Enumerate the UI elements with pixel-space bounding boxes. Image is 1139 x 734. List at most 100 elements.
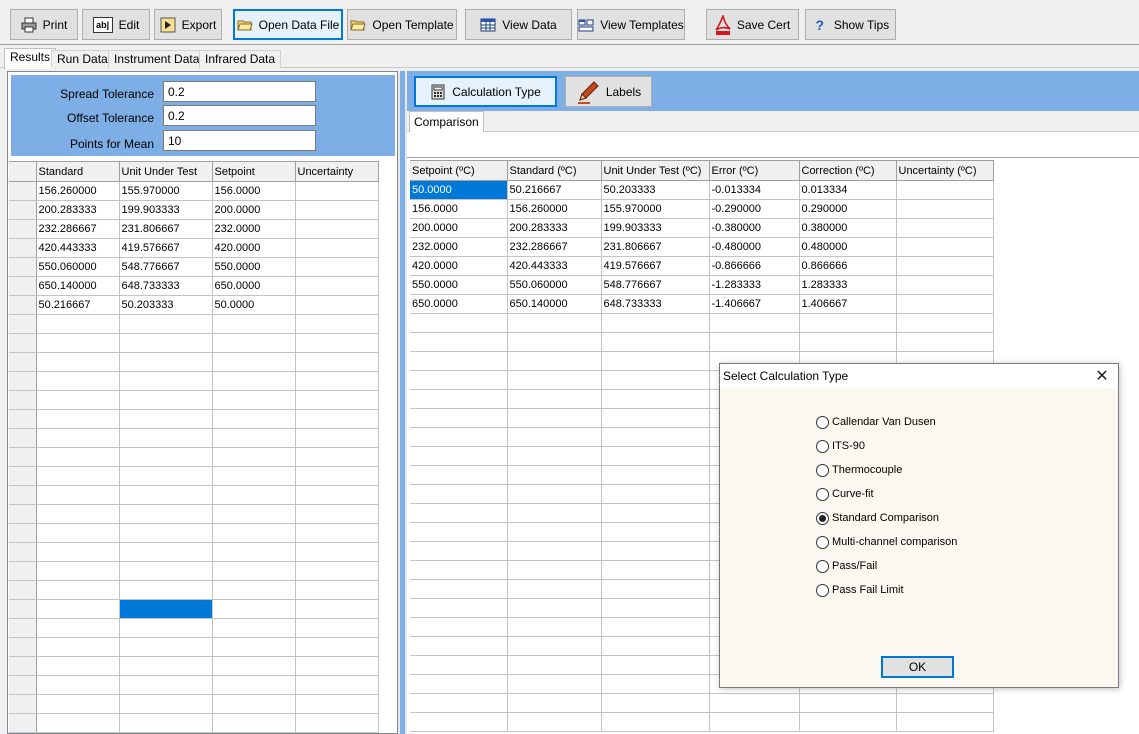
export-button[interactable]: Export bbox=[154, 9, 222, 40]
grid-cell[interactable] bbox=[36, 523, 120, 543]
grid-cell[interactable] bbox=[601, 446, 710, 466]
row-header[interactable] bbox=[9, 276, 37, 296]
grid-cell[interactable] bbox=[295, 352, 379, 372]
grid-cell[interactable]: 155.970000 bbox=[119, 181, 213, 201]
grid-cell[interactable] bbox=[410, 693, 508, 713]
grid-cell[interactable] bbox=[295, 390, 379, 410]
grid-cell[interactable] bbox=[119, 333, 213, 353]
row-header[interactable] bbox=[9, 561, 37, 581]
grid-cell[interactable]: 0.480000 bbox=[799, 237, 897, 257]
row-header[interactable] bbox=[9, 200, 37, 220]
spread-tolerance-input[interactable] bbox=[163, 81, 316, 102]
radio-button-icon[interactable] bbox=[816, 415, 829, 429]
column-header-setpoint[interactable]: Setpoint (ºC) bbox=[410, 160, 508, 181]
grid-cell[interactable] bbox=[507, 427, 602, 447]
grid-cell[interactable] bbox=[507, 332, 602, 352]
grid-cell[interactable]: 1.406667 bbox=[799, 294, 897, 314]
grid-cell[interactable]: 650.140000 bbox=[507, 294, 602, 314]
grid-cell[interactable]: -0.866666 bbox=[709, 256, 800, 276]
grid-cell[interactable] bbox=[212, 523, 296, 543]
tab-infrared-data[interactable]: Infrared Data bbox=[199, 50, 282, 68]
grid-cell[interactable] bbox=[410, 446, 508, 466]
grid-cell[interactable] bbox=[507, 674, 602, 694]
grid-cell[interactable] bbox=[709, 693, 800, 713]
grid-cell[interactable] bbox=[410, 465, 508, 485]
grid-cell[interactable] bbox=[896, 712, 994, 732]
grid-cell[interactable] bbox=[119, 523, 213, 543]
grid-cell[interactable]: -0.480000 bbox=[709, 237, 800, 257]
grid-cell[interactable] bbox=[36, 428, 120, 448]
grid-cell[interactable]: 420.443333 bbox=[36, 238, 120, 258]
grid-cell[interactable]: 420.443333 bbox=[507, 256, 602, 276]
grid-cell[interactable]: 50.0000 bbox=[410, 180, 508, 200]
grid-cell[interactable] bbox=[295, 637, 379, 657]
radio-option[interactable]: Pass/Fail bbox=[816, 558, 877, 574]
grid-cell[interactable] bbox=[212, 314, 296, 334]
grid-cell[interactable] bbox=[119, 618, 213, 638]
grid-cell[interactable] bbox=[507, 636, 602, 656]
column-header-uncertainty[interactable]: Uncertainty (ºC) bbox=[896, 160, 994, 181]
grid-cell[interactable] bbox=[507, 389, 602, 409]
grid-cell[interactable] bbox=[36, 656, 120, 676]
grid-cell[interactable] bbox=[601, 693, 710, 713]
points-for-mean-input[interactable] bbox=[163, 130, 316, 151]
grid-cell[interactable] bbox=[507, 370, 602, 390]
grid-cell[interactable] bbox=[507, 446, 602, 466]
grid-cell[interactable] bbox=[410, 655, 508, 675]
grid-cell[interactable] bbox=[295, 447, 379, 467]
grid-cell[interactable] bbox=[799, 712, 897, 732]
grid-cell[interactable] bbox=[507, 351, 602, 371]
grid-cell[interactable] bbox=[601, 503, 710, 523]
grid-cell[interactable]: 156.0000 bbox=[212, 181, 296, 201]
grid-cell[interactable] bbox=[410, 560, 508, 580]
grid-cell[interactable] bbox=[601, 427, 710, 447]
open-data-file-button[interactable]: Open Data File bbox=[233, 9, 343, 40]
row-header[interactable] bbox=[9, 504, 37, 524]
grid-cell[interactable] bbox=[507, 560, 602, 580]
view-data-button[interactable]: View Data bbox=[465, 9, 572, 40]
grid-cell[interactable]: 0.866666 bbox=[799, 256, 897, 276]
grid-cell[interactable] bbox=[410, 408, 508, 428]
grid-cell[interactable] bbox=[36, 580, 120, 600]
column-header-unit-under-test[interactable]: Unit Under Test (ºC) bbox=[601, 160, 710, 181]
grid-cell[interactable]: -0.290000 bbox=[709, 199, 800, 219]
grid-cell[interactable]: 648.733333 bbox=[601, 294, 710, 314]
grid-cell[interactable]: 550.060000 bbox=[36, 257, 120, 277]
grid-cell[interactable] bbox=[212, 599, 296, 619]
tab-run-data[interactable]: Run Data bbox=[51, 50, 114, 68]
grid-cell[interactable] bbox=[295, 580, 379, 600]
grid-cell[interactable] bbox=[410, 427, 508, 447]
grid-cell[interactable]: 156.0000 bbox=[410, 199, 508, 219]
grid-cell[interactable] bbox=[601, 579, 710, 599]
grid-cell[interactable] bbox=[601, 389, 710, 409]
grid-cell[interactable]: 650.0000 bbox=[212, 276, 296, 296]
row-header[interactable] bbox=[9, 599, 37, 619]
grid-cell[interactable] bbox=[295, 656, 379, 676]
calculation-type-button[interactable]: Calculation Type bbox=[414, 76, 557, 107]
grid-cell[interactable] bbox=[896, 180, 994, 200]
grid-cell[interactable] bbox=[212, 409, 296, 429]
grid-cell[interactable] bbox=[212, 675, 296, 695]
grid-cell[interactable]: 50.203333 bbox=[119, 295, 213, 315]
grid-cell[interactable] bbox=[119, 485, 213, 505]
save-cert-button[interactable]: Save Cert bbox=[706, 9, 799, 40]
row-header[interactable] bbox=[9, 542, 37, 562]
grid-cell[interactable] bbox=[896, 294, 994, 314]
row-header[interactable] bbox=[9, 295, 37, 315]
grid-cell[interactable] bbox=[36, 371, 120, 391]
grid-cell[interactable]: 232.286667 bbox=[36, 219, 120, 239]
grid-cell[interactable] bbox=[295, 200, 379, 220]
grid-cell[interactable] bbox=[295, 333, 379, 353]
grid-cell[interactable] bbox=[119, 504, 213, 524]
grid-cell[interactable] bbox=[410, 541, 508, 561]
grid-cell[interactable] bbox=[36, 713, 120, 733]
row-header[interactable] bbox=[9, 447, 37, 467]
row-header[interactable] bbox=[9, 409, 37, 429]
grid-cell[interactable] bbox=[410, 332, 508, 352]
column-header-error[interactable]: Error (ºC) bbox=[709, 160, 800, 181]
grid-cell[interactable] bbox=[410, 484, 508, 504]
grid-cell[interactable] bbox=[295, 314, 379, 334]
grid-cell[interactable] bbox=[295, 257, 379, 277]
grid-cell[interactable] bbox=[36, 694, 120, 714]
grid-cell[interactable] bbox=[507, 408, 602, 428]
